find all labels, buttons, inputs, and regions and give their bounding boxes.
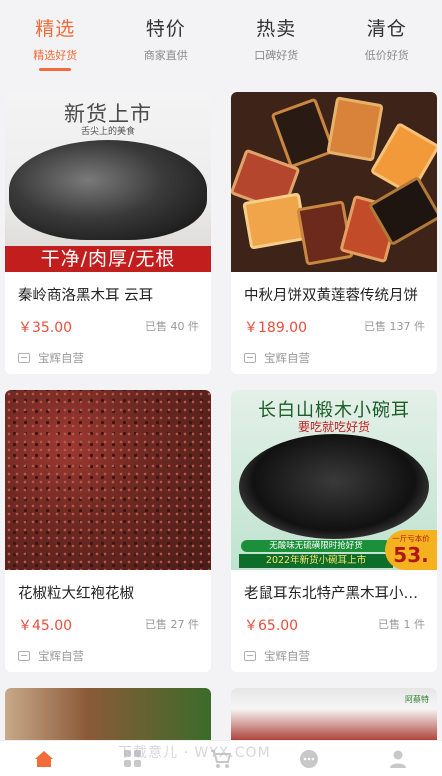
product-card[interactable]: 阿蔡特	[231, 688, 437, 740]
tab-subtitle: 商家直供	[143, 49, 188, 62]
mooncake-illustration	[270, 97, 336, 169]
product-image	[5, 688, 211, 740]
tab-special-price[interactable]: 特价 商家直供	[111, 0, 222, 84]
product-name: 秦岭商洛黑木耳 云耳	[18, 288, 154, 304]
product-price: ￥65.00	[244, 618, 299, 634]
product-image: 长白山椴木小碗耳 要吃就吃好货 无酸味无硫磺限时抢好货 2022年新货小碗耳上市…	[231, 390, 437, 570]
shop-label: 宝辉自营	[18, 648, 84, 664]
image-promo-strip: 2022年新货小碗耳上市	[239, 554, 393, 568]
nav-home[interactable]	[29, 744, 59, 774]
product-image: 阿蔡特	[231, 688, 437, 740]
shop-icon	[244, 353, 256, 363]
tab-selected[interactable]: 精选 精选好货	[0, 0, 111, 84]
mooncake-illustration	[326, 96, 384, 162]
black-fungus-illustration	[9, 140, 207, 240]
tab-subtitle: 低价好货	[364, 49, 409, 62]
active-tab-indicator	[39, 68, 72, 71]
peppercorn-illustration	[5, 390, 211, 570]
badge-price: 53.	[393, 543, 429, 567]
shop-label: 宝辉自营	[244, 350, 310, 366]
category-tabs: 精选 精选好货 特价 商家直供 热卖 口碑好货 清仓 低价好货	[0, 0, 442, 84]
shop-icon	[18, 353, 30, 363]
product-card[interactable]: 新货上市 舌尖上的美食 干净/肉厚/无根 秦岭商洛黑木耳 云耳 ￥35.00 已…	[5, 92, 211, 374]
image-promo-strip: 无酸味无硫磺限时抢好货	[241, 540, 391, 552]
shop-label: 宝辉自营	[18, 350, 84, 366]
tab-title: 热卖	[256, 18, 297, 40]
shop-icon	[18, 651, 30, 661]
shop-name: 宝辉自营	[38, 351, 84, 365]
product-image	[5, 390, 211, 570]
product-price: ￥189.00	[244, 320, 307, 336]
product-price: ￥45.00	[18, 618, 73, 634]
fungus-bowl-illustration	[239, 434, 429, 539]
product-name: 花椒粒大红袍花椒	[18, 586, 134, 602]
watermark: 下载意儿 · WYX.COM	[118, 745, 271, 761]
tab-subtitle: 口碑好货	[254, 49, 299, 62]
product-sold-count: 已售 137 件	[364, 320, 425, 333]
product-name: 中秋月饼双黄莲蓉传统月饼	[244, 288, 418, 304]
brand-logo: 阿蔡特	[405, 695, 429, 704]
image-subtitle: 要吃就吃好货	[297, 420, 370, 434]
shop-label: 宝辉自营	[244, 648, 310, 664]
product-card[interactable]: 长白山椴木小碗耳 要吃就吃好货 无酸味无硫磺限时抢好货 2022年新货小碗耳上市…	[231, 390, 437, 672]
product-price: ￥35.00	[18, 320, 73, 336]
tab-hot-sale[interactable]: 热卖 口碑好货	[221, 0, 332, 84]
product-card[interactable]: 花椒粒大红袍花椒 ￥45.00 已售 27 件 宝辉自营	[5, 390, 211, 672]
shop-name: 宝辉自营	[38, 649, 84, 663]
tab-title: 清仓	[366, 18, 407, 40]
shop-icon	[244, 651, 256, 661]
tab-clearance[interactable]: 清仓 低价好货	[332, 0, 442, 84]
image-banner: 干净/肉厚/无根	[5, 246, 211, 272]
product-card[interactable]: 中秋月饼双黄莲蓉传统月饼 ￥189.00 已售 137 件 宝辉自营	[231, 92, 437, 374]
shop-name: 宝辉自营	[264, 649, 310, 663]
nav-profile[interactable]	[383, 744, 413, 774]
product-name: 老鼠耳东北特产黑木耳小碗耳	[244, 586, 428, 602]
product-sold-count: 已售 40 件	[145, 320, 199, 333]
shop-name: 宝辉自营	[264, 351, 310, 365]
message-icon	[300, 749, 319, 768]
tab-subtitle: 精选好货	[33, 49, 78, 62]
image-subtitle: 舌尖上的美食	[80, 127, 135, 137]
profile-icon	[389, 750, 406, 768]
product-sold-count: 已售 1 件	[378, 618, 425, 631]
product-sold-count: 已售 27 件	[145, 618, 199, 631]
product-card[interactable]	[5, 688, 211, 740]
product-image: 新货上市 舌尖上的美食 干净/肉厚/无根	[5, 92, 211, 272]
product-image	[231, 92, 437, 272]
nav-message[interactable]	[294, 744, 324, 774]
price-badge: 一斤亏本价 53.	[385, 530, 437, 570]
tab-title: 特价	[145, 18, 186, 40]
tab-title: 精选	[35, 18, 76, 40]
home-icon	[35, 750, 54, 767]
